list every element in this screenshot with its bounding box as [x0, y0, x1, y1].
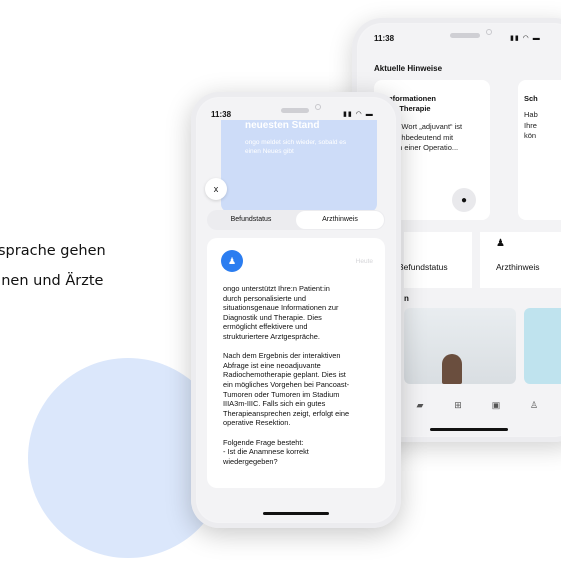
videos-title: n — [404, 294, 409, 303]
tile-befundstatus[interactable]: Befundstatus — [398, 232, 472, 288]
person-icon[interactable]: ♙ — [522, 400, 546, 411]
video-thumbnail[interactable] — [404, 308, 516, 384]
video-thumbnail[interactable] — [524, 308, 561, 384]
speaker-notch — [450, 33, 480, 38]
message-text: ongo unterstützt Ihre:n Patient:in durch… — [223, 284, 350, 466]
home-indicator — [263, 512, 329, 515]
person-figure — [442, 354, 462, 384]
close-button[interactable]: x — [205, 178, 227, 200]
banner-subtitle: ongo meldet sich wieder, sobald es einen… — [245, 139, 347, 155]
home-indicator — [430, 428, 508, 431]
speaker-notch — [281, 108, 309, 113]
status-icons: ▮▮ ◠ ▬ — [343, 111, 374, 118]
message-card: ♟ Heute ongo unterstützt Ihre:n Patient:… — [207, 238, 385, 488]
tab-switcher: Befundstatus Arzthinweis — [207, 210, 385, 230]
headline-line-1: sprache gehen — [0, 243, 106, 259]
headline-line-2: innen und Ärzte — [0, 273, 104, 289]
bottom-nav: ▰ ⊞ ▣ ♙ — [408, 400, 546, 411]
tab-befundstatus[interactable]: Befundstatus — [207, 210, 295, 230]
tile-label: Arzthinweis — [496, 262, 540, 272]
status-banner: neuesten Stand ongo meldet sich wieder, … — [221, 120, 377, 212]
hint-card-title: Sch — [524, 94, 538, 103]
banner-title: neuesten Stand — [245, 120, 320, 131]
doctor-avatar-icon: ♟ — [221, 250, 243, 272]
tile-label: Befundstatus — [398, 262, 448, 272]
camera-dot — [315, 104, 321, 110]
page-headline: sprache gehen innen und Ärzte — [0, 236, 106, 296]
folder-icon[interactable]: ▰ — [408, 400, 432, 411]
camera-dot — [486, 29, 492, 35]
doctor-icon: ♟ — [496, 238, 505, 249]
plus-icon[interactable]: ⊞ — [446, 400, 470, 411]
tab-arzthinweis[interactable]: Arzthinweis — [296, 211, 384, 229]
hint-card[interactable]: Sch Hab Ihre kön — [518, 80, 561, 220]
status-time: 11:38 — [211, 110, 232, 119]
status-icons: ▮▮ ◠ ▬ — [510, 35, 541, 42]
chat-icon[interactable]: ▣ — [484, 400, 508, 411]
message-date: Heute — [355, 258, 373, 265]
eye-icon[interactable]: ● — [452, 188, 476, 212]
hint-card-body: Hab Ihre kön — [524, 110, 538, 140]
front-phone-screen: neuesten Stand ongo meldet sich wieder, … — [197, 98, 395, 522]
tile-arzthinweis[interactable]: ♟ Arzthinweis — [480, 232, 561, 288]
status-time: 11:38 — [374, 34, 395, 43]
section-title: Aktuelle Hinweise — [374, 64, 443, 73]
front-phone: neuesten Stand ongo meldet sich wieder, … — [191, 92, 401, 528]
